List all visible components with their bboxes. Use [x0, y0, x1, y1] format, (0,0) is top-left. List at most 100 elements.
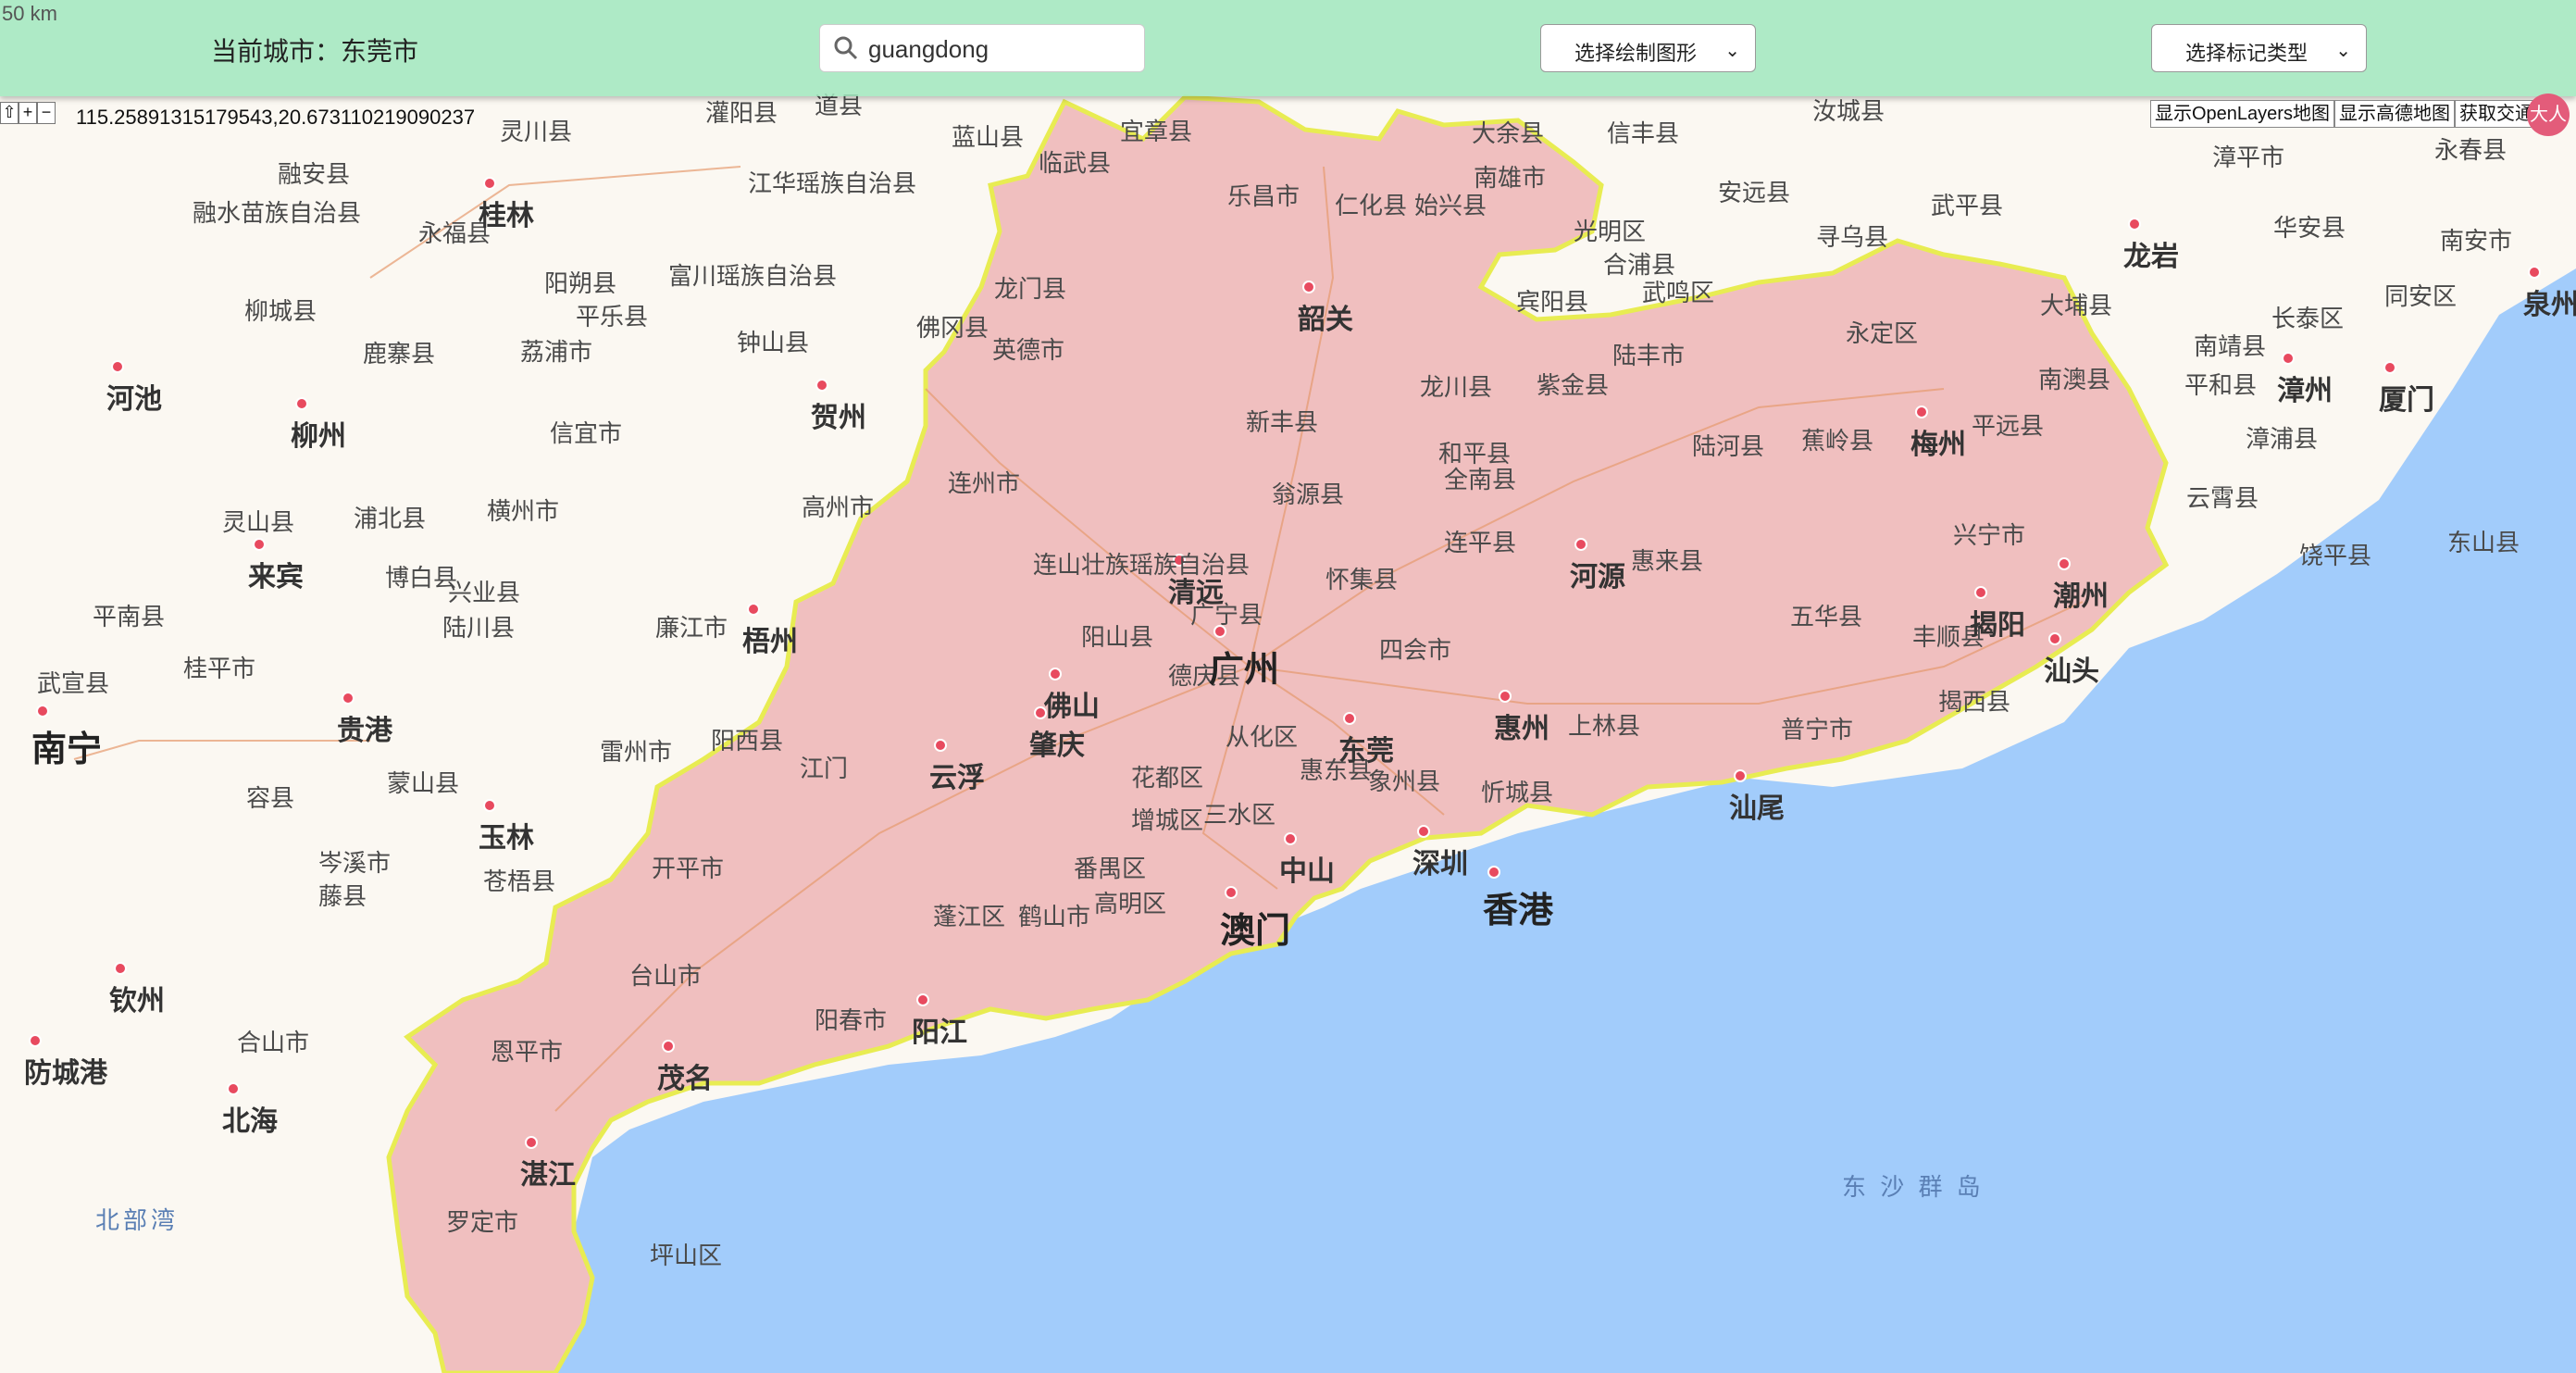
city-marker[interactable] — [295, 397, 308, 410]
city-label: 惠州 — [1494, 714, 1549, 744]
county-label: 恩平市 — [491, 1038, 564, 1066]
county-label: 平远县 — [1972, 412, 2045, 440]
city-marker[interactable] — [1487, 866, 1500, 879]
search-box[interactable] — [819, 24, 1145, 72]
city-marker[interactable] — [1734, 769, 1747, 782]
county-label: 同安区 — [2384, 282, 2458, 310]
county-label: 浦北县 — [354, 505, 427, 532]
city-marker[interactable] — [483, 799, 496, 812]
city-marker[interactable] — [662, 1040, 675, 1053]
county-label: 开平市 — [652, 855, 725, 882]
county-label: 从化区 — [1226, 723, 1299, 751]
city-marker[interactable] — [2383, 361, 2396, 374]
search-input[interactable] — [866, 32, 1139, 66]
city-marker[interactable] — [36, 705, 49, 718]
city-label: 茂名 — [657, 1064, 713, 1094]
city-marker[interactable] — [2048, 632, 2061, 645]
marker-type-select-label: 选择标记类型 — [2185, 42, 2308, 65]
get-traffic-button[interactable]: 获取交通 — [2454, 100, 2538, 128]
county-label: 平和县 — [2184, 371, 2258, 399]
city-label: 河池 — [106, 384, 162, 415]
county-label: 仁化县 — [1335, 192, 1408, 219]
city-marker[interactable] — [2282, 352, 2295, 365]
city-marker[interactable] — [111, 360, 124, 373]
city-marker[interactable] — [1343, 712, 1356, 725]
county-label: 灵山县 — [222, 508, 295, 536]
city-label: 韶关 — [1298, 305, 1353, 335]
county-label: 桂平市 — [183, 655, 256, 682]
county-label: 增城区 — [1131, 806, 1204, 834]
city-marker[interactable] — [1574, 538, 1587, 551]
county-label: 五华县 — [1790, 603, 1863, 630]
county-label: 英德市 — [992, 336, 1065, 364]
county-label: 岑溪市 — [318, 849, 392, 877]
city-label: 潮州 — [2053, 581, 2109, 612]
show-amap-button[interactable]: 显示高德地图 — [2333, 100, 2455, 128]
avatar[interactable]: 大人 — [2527, 94, 2570, 136]
city-marker[interactable] — [114, 962, 127, 975]
city-marker[interactable] — [227, 1082, 240, 1095]
city-marker[interactable] — [525, 1136, 538, 1149]
city-marker[interactable] — [29, 1034, 42, 1047]
county-label: 柳城县 — [244, 297, 317, 325]
city-label: 厦门 — [2379, 385, 2434, 416]
city-label: 北海 — [222, 1106, 278, 1137]
county-label: 番禺区 — [1074, 855, 1147, 882]
county-label: 坪山区 — [650, 1242, 723, 1269]
county-label: 廉江市 — [655, 614, 728, 642]
county-label: 蓝山县 — [952, 123, 1025, 151]
city-marker[interactable] — [342, 692, 355, 705]
current-city-label: 当前城市：东莞市 — [211, 37, 419, 66]
map-source-buttons: 显示OpenLayers地图 显示高德地图 获取交通 — [2150, 100, 2538, 128]
show-openlayers-map-button[interactable]: 显示OpenLayers地图 — [2150, 100, 2334, 128]
county-label: 高明区 — [1094, 890, 1167, 917]
county-label: 蓬江区 — [933, 903, 1006, 930]
city-label: 漳州 — [2277, 376, 2333, 406]
reset-rotation-button[interactable]: ⇧ — [0, 102, 19, 124]
search-icon[interactable] — [833, 35, 859, 61]
city-marker[interactable] — [1499, 690, 1512, 703]
city-marker[interactable] — [1049, 668, 1062, 680]
major-city-label: 澳门 — [1220, 912, 1291, 951]
city-marker[interactable] — [1915, 406, 1928, 418]
top-toolbar: 50 km 当前城市：东莞市 选择绘制图形 ⌄ 选择标记类型 ⌄ — [0, 0, 2576, 96]
city-marker[interactable] — [1417, 825, 1430, 838]
city-marker[interactable] — [483, 177, 496, 190]
city-label: 东莞 — [1338, 736, 1394, 767]
county-label: 灵川县 — [500, 118, 573, 145]
county-label: 平乐县 — [576, 303, 649, 331]
city-marker[interactable] — [916, 993, 929, 1006]
city-marker[interactable] — [934, 739, 947, 752]
city-marker[interactable] — [1974, 586, 1987, 599]
city-marker[interactable] — [1225, 886, 1238, 899]
city-label: 汕尾 — [1729, 793, 1785, 824]
county-label: 上林县 — [1568, 712, 1641, 740]
county-label: 阳山县 — [1081, 623, 1154, 651]
county-label: 南靖县 — [2194, 332, 2267, 360]
marker-type-select[interactable]: 选择标记类型 ⌄ — [2151, 24, 2367, 72]
county-label: 龙门县 — [994, 275, 1067, 303]
city-marker[interactable] — [1284, 832, 1297, 845]
city-marker[interactable] — [2058, 557, 2071, 570]
sea-label: 东 沙 群 岛 — [1842, 1173, 1985, 1201]
county-label: 合浦县 — [1603, 251, 1676, 279]
city-marker[interactable] — [2128, 218, 2141, 231]
county-label: 融安县 — [278, 160, 351, 188]
city-marker[interactable] — [747, 603, 760, 616]
county-label: 饶平县 — [2299, 542, 2372, 569]
chevron-down-icon: ⌄ — [2335, 41, 2351, 61]
county-label: 容县 — [246, 784, 295, 812]
zoom-in-button[interactable]: + — [19, 102, 37, 124]
county-label: 鹤山市 — [1018, 903, 1091, 930]
city-marker[interactable] — [815, 379, 828, 392]
county-label: 富川瑶族自治县 — [668, 262, 838, 290]
county-label: 忻城县 — [1481, 779, 1554, 806]
county-label: 连州市 — [948, 469, 1021, 497]
sea-label: 北部湾 — [95, 1206, 180, 1234]
draw-shape-select[interactable]: 选择绘制图形 ⌄ — [1540, 24, 1756, 72]
city-marker[interactable] — [2528, 266, 2541, 279]
county-label: 阳春市 — [815, 1006, 888, 1034]
city-marker[interactable] — [253, 538, 266, 551]
zoom-out-button[interactable]: − — [37, 102, 56, 124]
city-marker[interactable] — [1302, 281, 1315, 293]
